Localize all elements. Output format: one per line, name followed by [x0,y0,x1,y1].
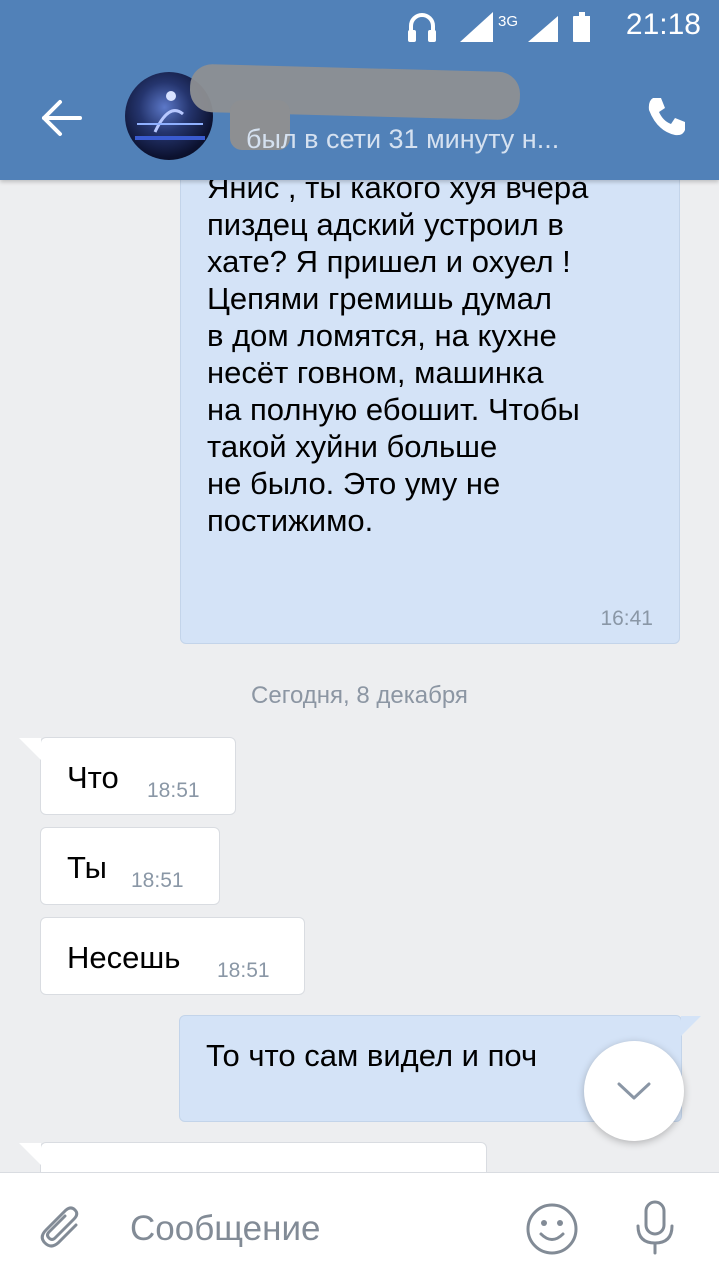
bubble-tail [19,1143,41,1165]
incoming-message[interactable]: Несешь 18:51 [40,917,305,995]
battery-icon [573,12,590,42]
incoming-message[interactable]: Ты 18:51 [40,827,220,905]
message-text: То что сам видел и поч [206,1038,538,1073]
bubble-tail [681,1016,701,1036]
date-separator: Сегодня, 8 декабря [251,682,468,709]
message-time: 18:51 [147,779,200,802]
signal-icon [460,12,493,42]
paperclip-icon[interactable] [38,1203,86,1251]
message-input-bar [0,1172,719,1280]
message-text: Янис , ты какого хуя вчера пиздец адский… [207,170,589,538]
message-time: 18:51 [217,959,270,982]
arrow-left-icon[interactable] [36,92,88,144]
message-input[interactable] [130,1203,490,1255]
status-time: 21:18 [625,8,701,41]
headphones-icon [408,13,436,42]
status-bar: 3G 21:18 [0,0,719,52]
chat-screen: Янис , ты какого хуя вчера пиздец адский… [0,0,719,1280]
message-text: Ты [67,850,107,885]
status-icons: 3G [408,12,590,42]
chat-header: 3G 21:18 был в сети 31 минуту н... [0,0,719,180]
incoming-message[interactable]: Что 18:51 [19,737,236,815]
network-label: 3G [498,13,518,30]
contact-status: был в сети 31 минуту н... [246,124,560,154]
message-text: Несешь [67,940,181,975]
chevron-down-icon [617,1082,651,1100]
phone-icon[interactable] [645,94,689,138]
signal-3g-icon [528,16,558,42]
message-time: 18:51 [131,869,184,892]
bubble-tail [19,738,41,760]
outgoing-message[interactable]: Янис , ты какого хуя вчера пиздец адский… [180,150,680,644]
message-text: Что [67,760,119,795]
smile-icon[interactable] [524,1201,580,1257]
message-time: 16:41 [600,607,653,630]
scroll-down-button[interactable] [584,1041,684,1141]
incoming-message[interactable] [19,1142,487,1175]
microphone-icon[interactable] [630,1199,680,1257]
